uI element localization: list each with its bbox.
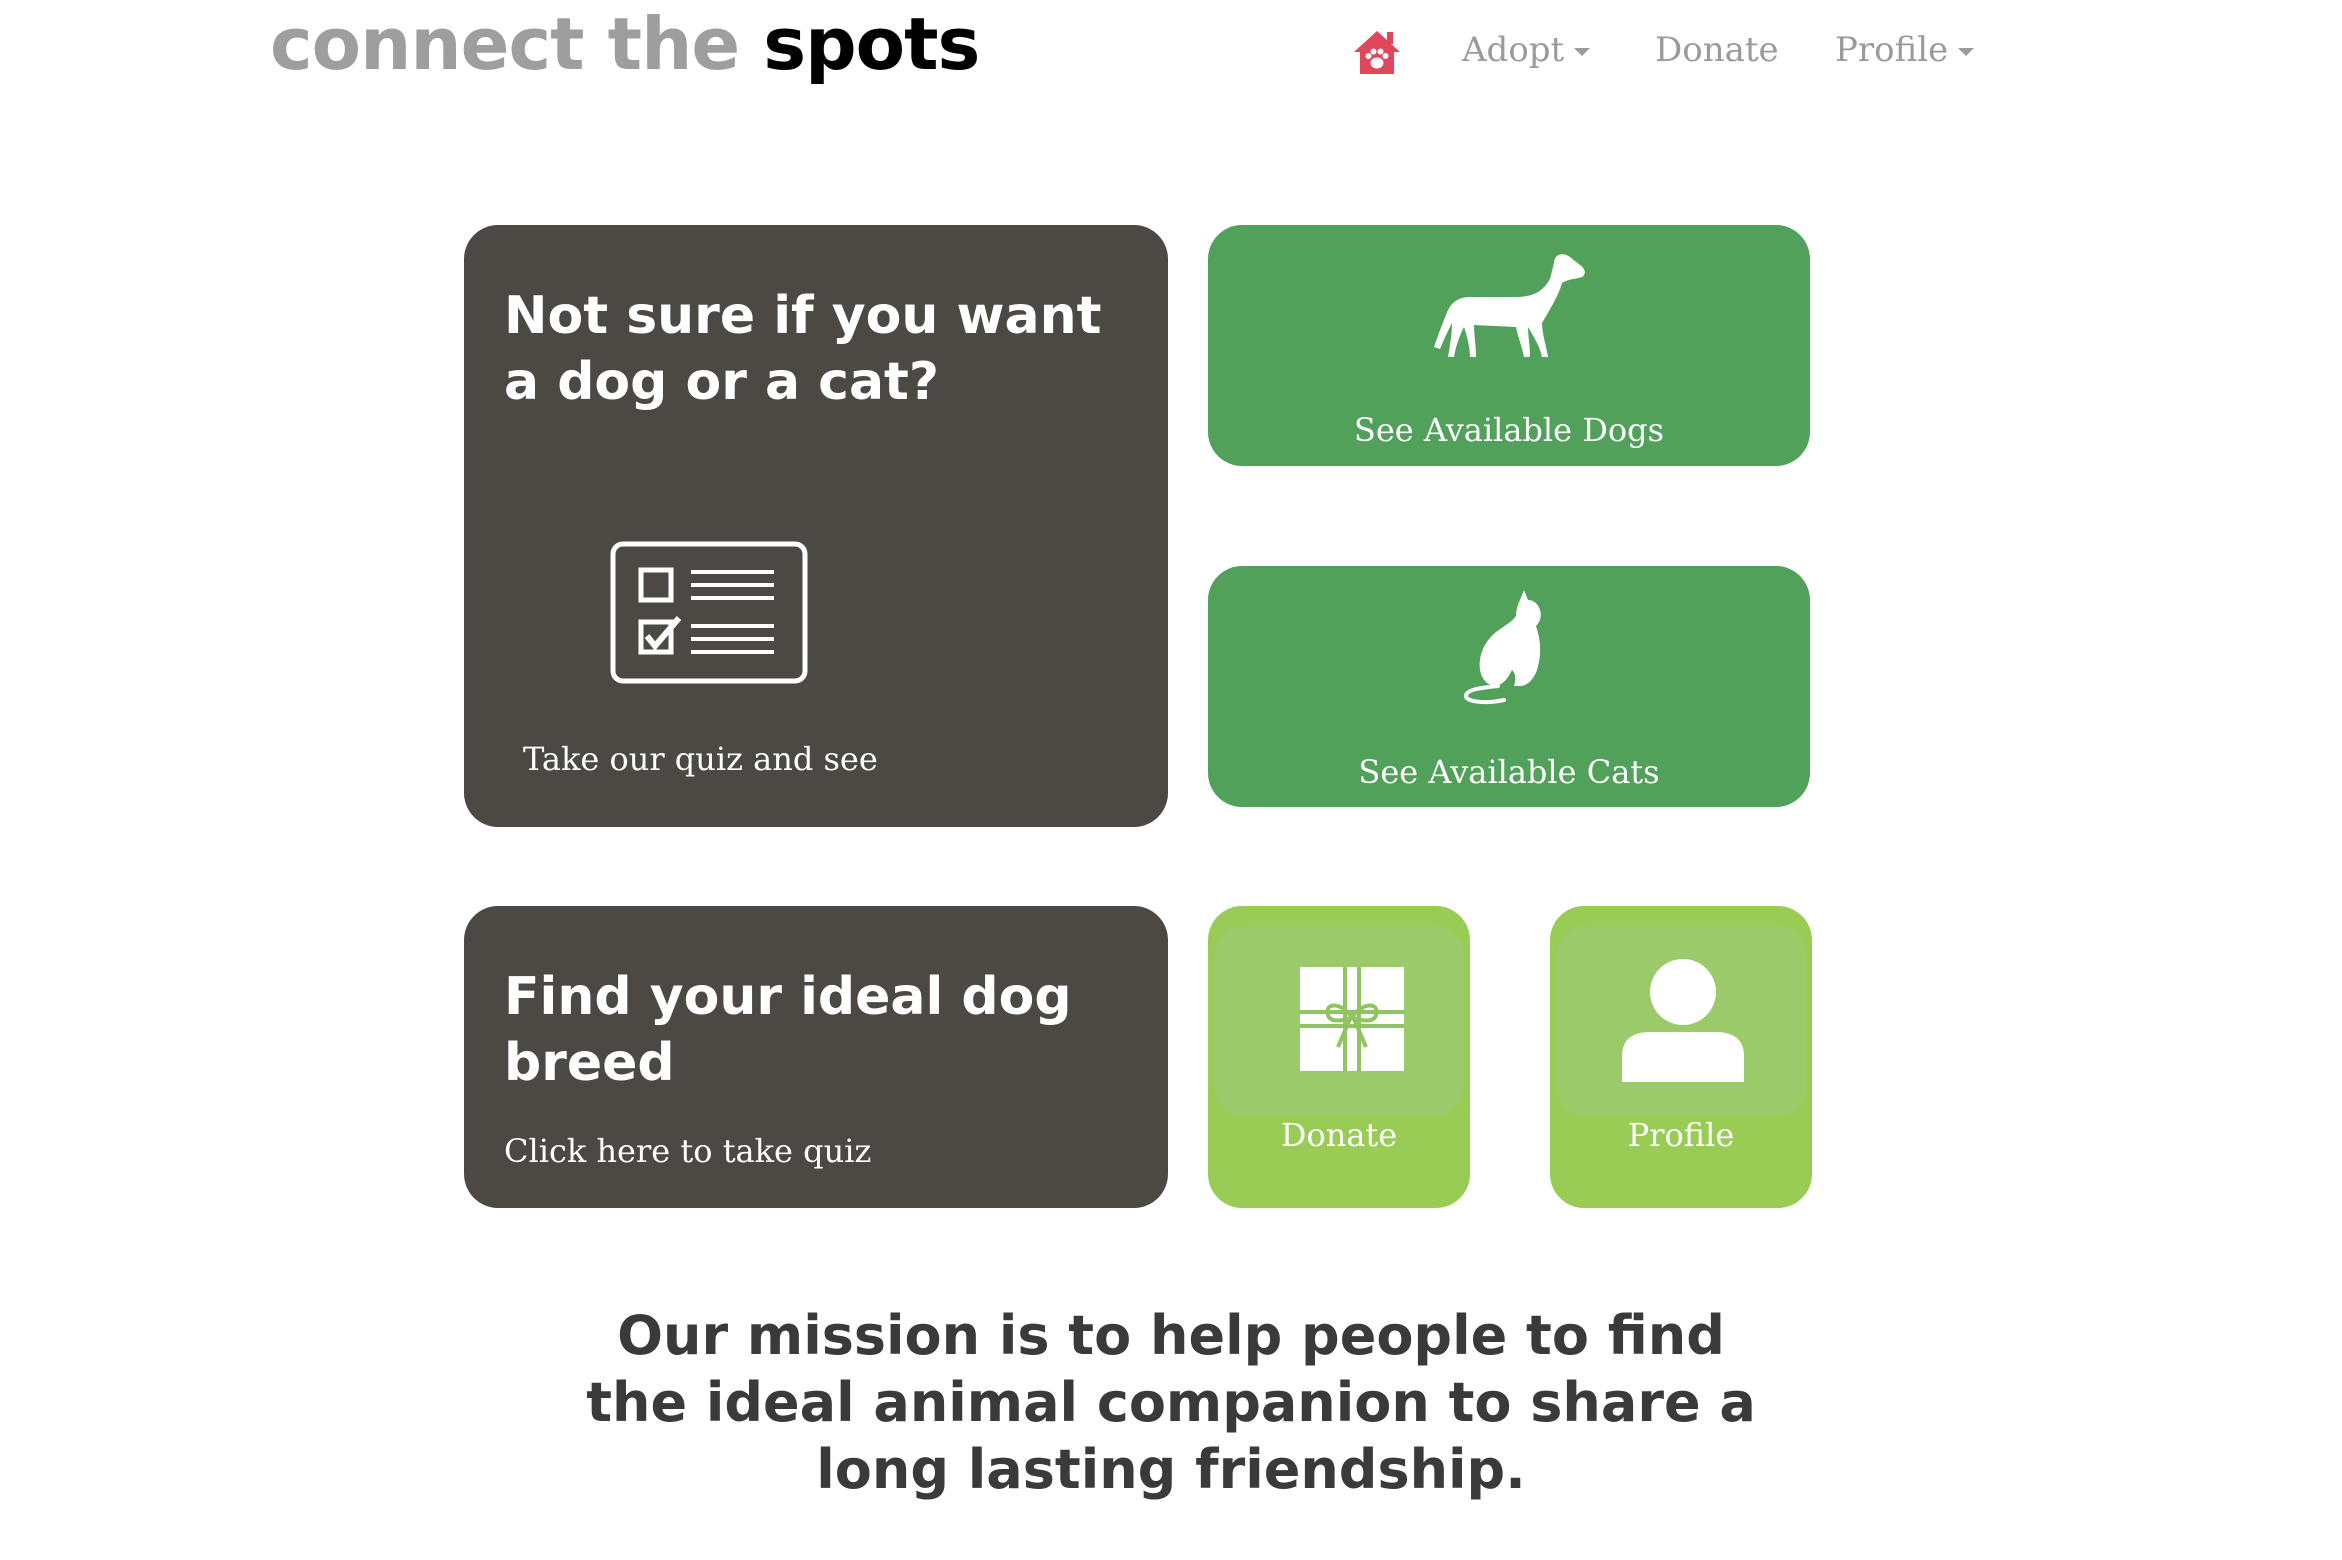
- chevron-down-icon: [1958, 48, 1975, 56]
- user-icon: [1622, 959, 1744, 1082]
- site-logo[interactable]: connect the spots: [270, 2, 980, 86]
- see-dogs-card[interactable]: See Available Dogs: [1208, 225, 1810, 466]
- nav-donate-link[interactable]: Donate: [1655, 30, 1779, 70]
- profile-card-label: Profile: [1627, 1116, 1735, 1154]
- nav-profile-label: Profile: [1835, 30, 1949, 70]
- breed-quiz-subtitle: Click here to take quiz: [504, 1132, 872, 1170]
- mission-statement: Our mission is to help people to find th…: [586, 1304, 1756, 1501]
- logo-text-spots: spots: [763, 2, 980, 86]
- pet-quiz-card[interactable]: Not sure if you want a dog or a cat? Tak…: [464, 225, 1168, 827]
- page: connect the spots Adopt Donate Profile N…: [0, 0, 2342, 1560]
- profile-card[interactable]: Profile: [1550, 906, 1812, 1208]
- breed-quiz-card[interactable]: Find your ideal dog breed Click here to …: [464, 906, 1168, 1208]
- breed-quiz-title: Find your ideal dog breed: [504, 967, 1072, 1093]
- dog-icon: [1434, 254, 1585, 357]
- nav-adopt-dropdown[interactable]: Adopt: [1462, 30, 1591, 70]
- gift-icon: [1300, 967, 1404, 1071]
- donate-card-label: Donate: [1280, 1116, 1398, 1154]
- pet-quiz-subtitle: Take our quiz and see: [523, 740, 878, 778]
- see-cats-card[interactable]: See Available Cats: [1208, 566, 1810, 807]
- logo-text-connect-the: connect the: [270, 2, 740, 86]
- see-cats-label: See Available Cats: [1358, 753, 1660, 791]
- checklist-icon: [610, 541, 808, 684]
- nav-profile-dropdown[interactable]: Profile: [1835, 30, 1975, 70]
- see-dogs-label: See Available Dogs: [1353, 411, 1665, 449]
- nav-adopt-label: Adopt: [1462, 30, 1565, 70]
- cat-icon: [1463, 590, 1541, 705]
- pet-quiz-title: Not sure if you want a dog or a cat?: [504, 286, 1102, 412]
- donate-card[interactable]: Donate: [1208, 906, 1470, 1208]
- house-paw-icon[interactable]: [1352, 28, 1402, 76]
- chevron-down-icon: [1574, 48, 1591, 56]
